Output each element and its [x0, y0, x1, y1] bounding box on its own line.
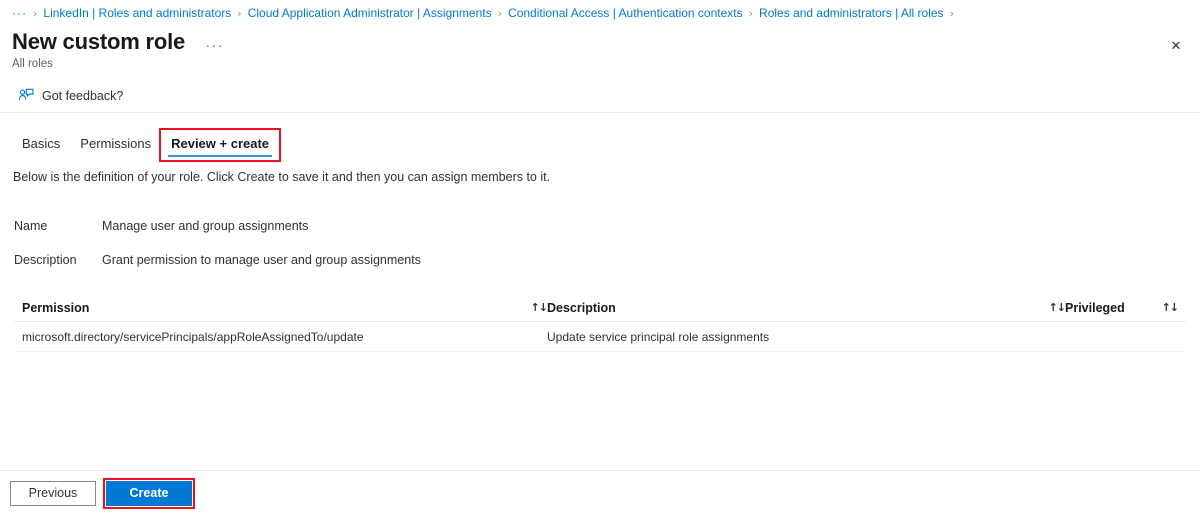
- summary-label-name: Name: [14, 219, 48, 233]
- column-header-description[interactable]: Description ↑↓: [547, 300, 1066, 315]
- tab-permissions[interactable]: Permissions: [70, 130, 161, 160]
- create-button-highlight: Create: [103, 477, 195, 509]
- breadcrumb: ··· › LinkedIn | Roles and administrator…: [0, 0, 1200, 26]
- permissions-table: Permission ↑↓ Description ↑↓ Privileged …: [14, 294, 1186, 352]
- sort-icon[interactable]: ↑↓: [531, 301, 548, 314]
- create-button[interactable]: Create: [106, 480, 192, 506]
- breadcrumb-overflow-button[interactable]: ···: [12, 6, 27, 20]
- review-intro-text: Below is the definition of your role. Cl…: [13, 170, 551, 184]
- tab-review-create-label: Review + create: [171, 136, 270, 151]
- column-header-description-label: Description: [547, 300, 616, 315]
- summary-row-name: Name Manage user and group assignments: [14, 219, 1186, 233]
- summary-value-name: Manage user and group assignments: [102, 219, 309, 233]
- command-bar-divider: [0, 112, 1200, 113]
- column-header-permission-label: Permission: [22, 300, 90, 315]
- summary-row-description: Description Grant permission to manage u…: [14, 253, 1186, 267]
- sort-icon[interactable]: ↑↓: [1162, 301, 1179, 314]
- table-row[interactable]: microsoft.directory/servicePrincipals/ap…: [14, 322, 1186, 352]
- feedback-person-icon: [18, 88, 34, 104]
- tab-basics-label: Basics: [22, 136, 61, 151]
- command-bar: Got feedback?: [0, 80, 1200, 112]
- breadcrumb-separator-icon: ›: [237, 6, 242, 20]
- previous-button[interactable]: Previous: [10, 480, 96, 506]
- breadcrumb-separator-icon: ›: [33, 6, 38, 20]
- cell-permission: microsoft.directory/servicePrincipals/ap…: [22, 329, 364, 344]
- summary-label-description: Description: [14, 253, 77, 267]
- wizard-footer: Previous Create: [0, 471, 1200, 515]
- page-subtitle: All roles: [12, 58, 53, 70]
- page-title-more-button[interactable]: ···: [206, 37, 225, 53]
- breadcrumb-separator-icon: ›: [497, 6, 503, 20]
- breadcrumb-item-cloud-app-admin-assignments[interactable]: Cloud Application Administrator | Assign…: [248, 6, 492, 20]
- breadcrumb-item-roles-and-administrators-all-roles[interactable]: Roles and administrators | All roles: [759, 6, 944, 20]
- got-feedback-button[interactable]: Got feedback?: [14, 85, 127, 107]
- close-icon[interactable]: ✕: [1160, 30, 1192, 62]
- breadcrumb-separator-icon: ›: [949, 6, 954, 20]
- wizard-tabs: Basics Permissions Review + create: [12, 128, 282, 162]
- cell-description: Update service principal role assignment…: [547, 329, 770, 344]
- tab-basics[interactable]: Basics: [12, 130, 70, 160]
- azure-portal-blade: ··· › LinkedIn | Roles and administrator…: [0, 0, 1200, 515]
- breadcrumb-item-conditional-access-auth-contexts[interactable]: Conditional Access | Authentication cont…: [508, 6, 743, 20]
- sort-icon[interactable]: ↑↓: [1049, 301, 1066, 314]
- role-summary: Name Manage user and group assignments D…: [14, 219, 1186, 287]
- column-header-privileged-label: Privileged: [1065, 300, 1125, 315]
- summary-value-description: Grant permission to manage user and grou…: [102, 253, 421, 267]
- breadcrumb-separator-icon: ›: [748, 6, 754, 20]
- tab-permissions-label: Permissions: [80, 136, 152, 151]
- column-header-permission[interactable]: Permission ↑↓: [22, 300, 548, 315]
- blade-title-block: New custom role ··· All roles: [12, 28, 224, 70]
- column-header-privileged[interactable]: Privileged ↑↓: [1065, 300, 1179, 315]
- got-feedback-label: Got feedback?: [42, 89, 124, 103]
- breadcrumb-item-linkedin-roles[interactable]: LinkedIn | Roles and administrators: [43, 6, 231, 20]
- page-title: New custom role: [12, 29, 186, 54]
- table-header-row: Permission ↑↓ Description ↑↓ Privileged …: [14, 294, 1186, 322]
- tab-review-create[interactable]: Review + create: [159, 128, 282, 162]
